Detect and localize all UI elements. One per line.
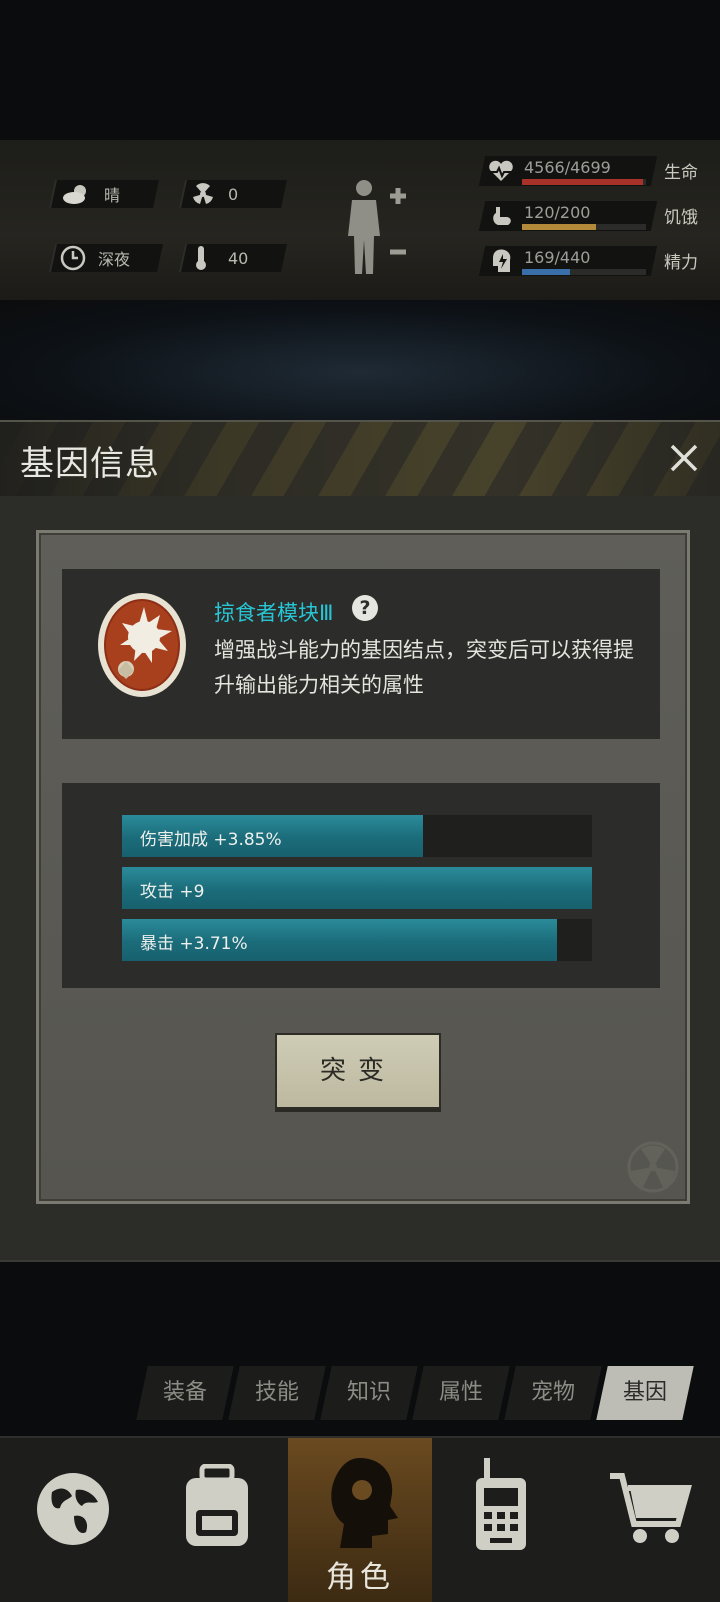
- close-button[interactable]: [664, 438, 704, 478]
- close-icon: [670, 444, 698, 472]
- energy-row: 169/440 精力: [478, 242, 712, 276]
- time-status: 深夜: [49, 244, 163, 272]
- gene-info-panel: 掠食者模块Ⅲ ? 增强战斗能力的基因结点，突变后可以获得提升输出能力相关的属性: [62, 569, 660, 739]
- cart-icon: [610, 1473, 692, 1543]
- radiation-watermark-icon: [627, 1141, 679, 1193]
- body-status-icon[interactable]: [346, 178, 416, 276]
- temperature-status: 40: [179, 244, 287, 272]
- hunger-bar-fill: [522, 224, 597, 230]
- tab-genes[interactable]: 基因: [596, 1366, 694, 1420]
- tab-label: 知识: [346, 1380, 391, 1405]
- dialog-body: 掠食者模块Ⅲ ? 增强战斗能力的基因结点，突变后可以获得提升输出能力相关的属性 …: [0, 496, 720, 1260]
- tab-equipment[interactable]: 装备: [136, 1366, 234, 1420]
- gene-info-dialog: 基因信息 掠食者模块Ⅲ ? 增强战斗能力的基因结点，突变后可以获得提升输出能力相…: [0, 420, 720, 1262]
- energy-label: 精力: [664, 253, 698, 273]
- gene-stats-panel: 伤害加成 +3.85% 攻击 +9 暴击 +3.71%: [62, 783, 660, 988]
- stat-bar-damage-bonus: 伤害加成 +3.85%: [122, 815, 592, 857]
- dialog-title: 基因信息: [20, 444, 160, 484]
- clock-icon: [60, 245, 86, 271]
- gene-card: 掠食者模块Ⅲ ? 增强战斗能力的基因结点，突变后可以获得提升输出能力相关的属性 …: [36, 530, 690, 1204]
- tab-label: 属性: [438, 1380, 483, 1405]
- heart-icon: [489, 160, 513, 181]
- scene-background: [0, 300, 720, 420]
- tab-label: 技能: [254, 1380, 299, 1405]
- tab-attributes[interactable]: 属性: [412, 1366, 510, 1420]
- gene-badge-icon: [98, 593, 186, 697]
- radiation-icon: [193, 183, 213, 204]
- nav-world[interactable]: [0, 1438, 144, 1602]
- radiation-value: 0: [228, 184, 239, 204]
- stat-label: 暴击 +3.71%: [140, 934, 248, 954]
- walkie-talkie-icon: [476, 1458, 526, 1550]
- time-label: 深夜: [98, 250, 131, 269]
- mutate-button[interactable]: 突变: [275, 1033, 441, 1109]
- health-row: 4566/4699 生命: [478, 152, 712, 186]
- health-value: 4566/4699: [524, 158, 611, 177]
- tab-skills[interactable]: 技能: [228, 1366, 326, 1420]
- globe-icon: [37, 1473, 109, 1545]
- gene-name: 掠食者模块Ⅲ: [214, 601, 334, 625]
- tab-knowledge[interactable]: 知识: [320, 1366, 418, 1420]
- energy-bar-fill: [522, 269, 570, 275]
- energy-value: 169/440: [524, 248, 591, 267]
- hunger-row: 120/200 饥饿: [478, 197, 712, 231]
- dialog-header: 基因信息: [0, 422, 720, 496]
- character-tabs: 装备 技能 知识 属性 宠物 基因: [130, 1366, 710, 1420]
- nav-label: 角色: [326, 1560, 394, 1595]
- bottom-navigation: 角色: [0, 1436, 720, 1602]
- cloud-sun-icon: [63, 185, 86, 204]
- character-head-icon: [331, 1458, 398, 1548]
- backpack-icon: [186, 1464, 248, 1546]
- tab-label: 装备: [162, 1380, 207, 1405]
- health-bar-fill: [522, 179, 643, 185]
- radiation-status: 0: [179, 180, 287, 208]
- thermometer-icon: [196, 246, 206, 270]
- health-label: 生命: [664, 163, 698, 183]
- hunger-label: 饥饿: [664, 208, 698, 228]
- nav-shop[interactable]: [576, 1438, 720, 1602]
- weather-label: 晴: [104, 186, 121, 205]
- nav-radio[interactable]: [432, 1438, 576, 1602]
- energy-icon: [493, 249, 511, 272]
- weather-status: 晴: [49, 180, 159, 208]
- status-bar: 晴 0 深夜 40 4566/4699 生命 120/200 饥饿 169/44…: [0, 140, 720, 302]
- nav-backpack[interactable]: [144, 1438, 288, 1602]
- stat-bar-crit: 暴击 +3.71%: [122, 919, 592, 961]
- temperature-value: 40: [228, 248, 249, 268]
- stat-label: 伤害加成 +3.85%: [140, 830, 282, 850]
- help-icon[interactable]: ?: [352, 595, 378, 621]
- nav-character[interactable]: 角色: [288, 1438, 432, 1602]
- tab-pets[interactable]: 宠物: [504, 1366, 602, 1420]
- tab-label: 宠物: [530, 1380, 575, 1405]
- stat-bar-attack: 攻击 +9: [122, 867, 592, 909]
- stomach-icon: [493, 207, 511, 225]
- gene-description: 增强战斗能力的基因结点，突变后可以获得提升输出能力相关的属性: [214, 638, 634, 697]
- stat-label: 攻击 +9: [140, 882, 205, 902]
- hunger-value: 120/200: [524, 203, 591, 222]
- tab-label: 基因: [622, 1380, 667, 1405]
